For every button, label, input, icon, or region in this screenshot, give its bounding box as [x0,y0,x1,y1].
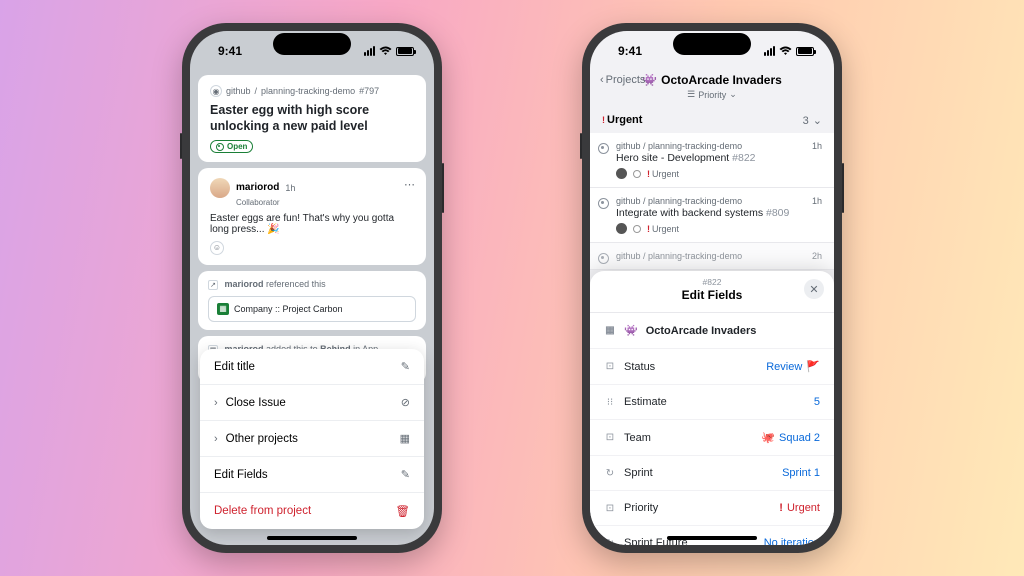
filter-icon: ☰ [687,89,695,100]
chevron-left-icon: ‹ [600,74,604,86]
avatar[interactable] [210,178,230,198]
signal-icon [364,46,375,56]
project-icon: ▦ [400,432,410,445]
menu-close-issue[interactable]: ›Close Issue ⊘ [200,385,424,421]
nav-bar: ‹Projects 👾OctoArcade Invaders ☰Priority… [590,71,834,106]
avatar [616,168,627,179]
home-indicator[interactable] [267,536,357,540]
dynamic-island [673,33,751,55]
wifi-icon [379,46,392,56]
list-item[interactable]: 2h github / planning-tracking-demo [590,243,834,270]
issue-open-icon [216,143,224,151]
list-item[interactable]: 1h github / planning-tracking-demo Hero … [590,133,834,188]
page-title: 👾OctoArcade Invaders [642,73,782,87]
comment-time: 1h [285,183,295,193]
estimate-icon: ⁝⁝ [604,397,616,408]
list-item[interactable]: 1h github / planning-tracking-demo Integ… [590,188,834,243]
menu-other-projects[interactable]: ›Other projects ▦ [200,421,424,457]
pencil-icon: ✎ [401,360,410,373]
status-dot-icon [633,170,641,178]
signal-icon [764,46,775,56]
status-dot-icon [633,225,641,233]
close-icon: ✕ [809,283,818,296]
sheet-subtitle: #822 [590,277,834,287]
github-icon: ◉ [210,85,222,97]
edit-fields-sheet: #822 Edit Fields ✕ ▦👾 OctoArcade Invader… [590,271,834,545]
section-urgent[interactable]: !Urgent 3⌄ [590,106,834,133]
issue-open-icon [598,253,609,264]
iteration-icon: ↻ [604,538,616,546]
sheet-title: Edit Fields [590,288,834,302]
back-button[interactable]: ‹Projects [600,74,645,86]
chevron-right-icon: › [214,397,218,409]
status-time: 9:41 [218,44,242,58]
menu-delete[interactable]: Delete from project 🗑 [200,493,424,529]
field-estimate[interactable]: ⁝⁝Estimate 5 [590,385,834,420]
breadcrumb[interactable]: ◉ github / planning-tracking-demo #797 [210,85,414,97]
field-team[interactable]: ⊡Team 🐙 Squad 2 [590,420,834,456]
field-priority[interactable]: ⊡Priority ! Urgent [590,491,834,526]
close-button[interactable]: ✕ [804,279,824,299]
issue-card: ◉ github / planning-tracking-demo #797 E… [198,75,426,162]
team-icon: ⊡ [604,432,616,443]
trash-icon: 🗑 [395,504,410,518]
menu-edit-fields[interactable]: Edit Fields ✎ [200,457,424,493]
dynamic-island [273,33,351,55]
issue-open-icon [598,143,609,154]
comment-card: ⋯ mariorod 1h Collaborator Easter eggs a… [198,168,426,265]
menu-edit-title[interactable]: Edit title ✎ [200,349,424,385]
priority-icon: ⊡ [604,503,616,514]
issue-title: Easter egg with high score unlocking a n… [210,103,414,134]
field-sprint[interactable]: ↻Sprint Sprint 1 [590,456,834,491]
project-icon: ▦ [217,303,229,315]
filter-dropdown[interactable]: ☰Priority⌄ [600,89,824,100]
comment-menu-icon[interactable]: ⋯ [404,178,416,191]
react-button[interactable]: ☺ [210,241,224,255]
comment-author[interactable]: mariorod [236,182,279,193]
iteration-icon: ↻ [604,468,616,479]
state-badge: Open [210,140,253,153]
chevron-right-icon: › [214,433,218,445]
issue-open-icon [598,198,609,209]
event-referenced: ↗ mariorod referenced this ▦ Company :: … [198,271,426,330]
comment-body: Easter eggs are fun! That's why you gott… [210,213,414,235]
wifi-icon [779,46,792,56]
battery-icon [396,47,414,56]
pencil-icon: ✎ [401,468,410,481]
phone-left: 9:41 ◉ github / planning-tracking-demo #… [182,23,442,553]
chevron-down-icon: ⌄ [813,114,822,127]
flag-icon: 🚩 [806,360,820,373]
home-indicator[interactable] [667,536,757,540]
battery-icon [796,47,814,56]
comment-role: Collaborator [236,198,414,207]
context-menu: Edit title ✎ ›Close Issue ⊘ ›Other proje… [200,349,424,529]
field-status[interactable]: ⊡Status Review🚩 [590,349,834,385]
avatar [616,223,627,234]
chevron-down-icon: ⌄ [729,89,737,100]
status-icon: ⊡ [604,361,616,372]
reference-icon: ↗ [208,280,218,290]
status-time: 9:41 [618,44,642,58]
project-reference[interactable]: ▦ Company :: Project Carbon [208,296,416,322]
field-project[interactable]: ▦👾 OctoArcade Invaders [590,313,834,349]
project-icon: ▦ [604,325,616,336]
phone-right: 9:41 ‹Projects 👾OctoArcade Invaders ☰Pri… [582,23,842,553]
skip-icon: ⊘ [401,396,410,409]
